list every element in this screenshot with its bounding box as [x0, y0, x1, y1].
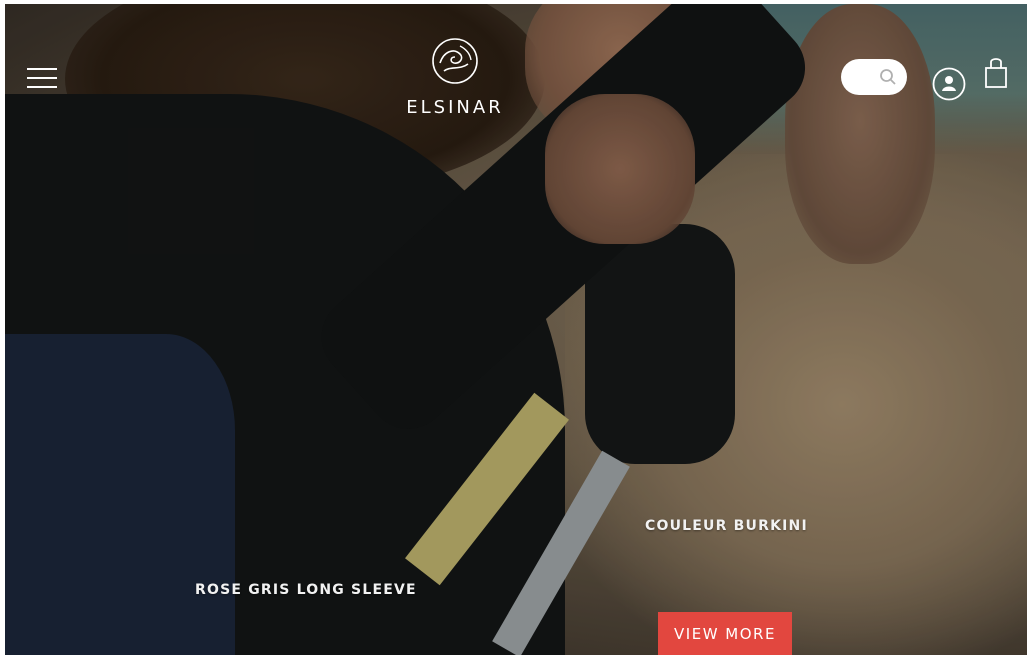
- globe-wave-emblem-icon: [432, 38, 478, 84]
- product-label-rose-gris[interactable]: ROSE GRIS LONG SLEEVE: [195, 582, 417, 598]
- search-icon[interactable]: [879, 68, 897, 86]
- hero-banner: ELSINAR ROSE GRIS LONG SLEEVE COULEUR BU…: [5, 4, 1027, 655]
- search-box[interactable]: [841, 59, 907, 95]
- brand-name: ELSINAR: [406, 97, 504, 118]
- view-more-button[interactable]: VIEW MORE: [658, 612, 792, 655]
- user-circle-icon[interactable]: [932, 67, 966, 101]
- hamburger-menu-icon[interactable]: [27, 68, 57, 94]
- product-label-couleur-burkini[interactable]: COULEUR BURKINI: [645, 518, 808, 534]
- shopping-bag-icon[interactable]: [982, 56, 1010, 90]
- brand-logo[interactable]: ELSINAR: [400, 36, 510, 118]
- image-overlay: [5, 4, 1027, 655]
